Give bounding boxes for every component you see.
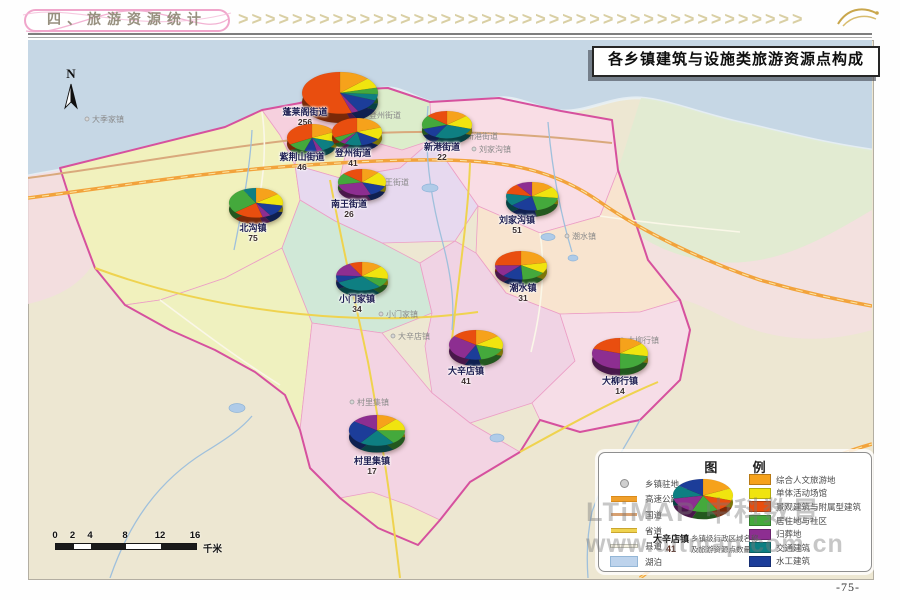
lake-symbol <box>609 556 639 567</box>
category-label: 归葬地 <box>776 528 802 540</box>
legend-row-national: 国道 <box>609 507 679 523</box>
settlement-dot <box>391 334 395 338</box>
category-swatch <box>749 474 771 485</box>
basemap-town-label: 大季家镇 <box>92 114 124 124</box>
category-label: 综合人文旅游地 <box>776 474 836 486</box>
category-label: 景观建筑与附属型建筑 <box>776 501 861 513</box>
township-polygons <box>60 88 690 545</box>
basemap-town-label: 刘家沟镇 <box>479 144 511 154</box>
legend-basemap-items: 乡镇驻地高速公路国道省道县道湖泊 <box>609 476 679 570</box>
settlement-dot <box>459 134 463 138</box>
scale-tick: 4 <box>87 530 92 541</box>
basemap-town-label: 新港街道 <box>466 131 498 141</box>
basemap-town-label: 登州街道 <box>369 110 401 120</box>
settlement-dot <box>362 113 366 117</box>
basemap-town-label: 南王街道 <box>377 177 409 187</box>
settlement-dot <box>620 338 624 342</box>
category-label: 居住地与社区 <box>776 515 827 527</box>
scale-tick: 2 <box>70 530 75 541</box>
settlement-dot <box>85 117 89 121</box>
legend-row-expressway: 高速公路 <box>609 492 679 508</box>
scale-segment <box>126 544 161 549</box>
basemap-town-label: 大辛店镇 <box>398 331 430 341</box>
category-label: 交通建筑 <box>776 542 810 554</box>
legend-row-category: 景观建筑与附属型建筑 <box>749 500 861 514</box>
scale-bar: 0 2 4 8 12 16 千米 <box>55 530 245 556</box>
legend-row-category: 交通建筑 <box>749 541 861 555</box>
legend-row-category: 综合人文旅游地 <box>749 473 861 487</box>
basemap-town-label: 潮水镇 <box>572 231 596 241</box>
legend-label: 国道 <box>645 509 662 521</box>
provincial-symbol <box>609 528 639 533</box>
header-rule-bottom <box>28 37 872 38</box>
legend-row-lake: 湖泊 <box>609 554 679 570</box>
national-symbol <box>609 513 639 516</box>
point-symbol <box>609 479 639 488</box>
legend-sample-pie <box>671 477 735 526</box>
chevron-decoration: >>>>>>>>>>>>>>>>>>>>>>>>>>>>>>>>>>>>>>>>… <box>238 7 830 31</box>
settlement-dot <box>472 147 476 151</box>
legend-box: 图 例 乡镇驻地高速公路国道省道县道湖泊 综合人文旅游地单体活动场馆景观建筑与附… <box>598 452 872 572</box>
basemap-town-label: 村里集镇 <box>357 397 389 407</box>
scale-segments <box>55 543 197 550</box>
category-swatch <box>749 488 771 499</box>
map-title: 各乡镇建筑与设施类旅游资源点构成 <box>592 46 880 77</box>
settlement-dot <box>379 312 383 316</box>
scale-segment <box>91 544 126 549</box>
scale-segment <box>74 544 92 549</box>
scale-tick: 12 <box>155 530 166 541</box>
report-page: 四、旅游资源统计 >>>>>>>>>>>>>>>>>>>>>>>>>>>>>>>… <box>0 0 900 600</box>
legend-sample-desc2: 及旅游资源点数量 <box>691 544 751 555</box>
legend-row-category: 单体活动场馆 <box>749 487 861 501</box>
county-symbol <box>609 544 639 549</box>
legend-label: 湖泊 <box>645 556 662 568</box>
scale-segment <box>161 544 196 549</box>
scale-tick: 8 <box>122 530 127 541</box>
basemap-town-label: 大柳行镇 <box>627 335 659 345</box>
page-number: -75- <box>836 580 860 595</box>
settlement-dot <box>370 180 374 184</box>
legend-row-category: 居住地与社区 <box>749 514 861 528</box>
legend-row-category: 水工建筑 <box>749 555 861 569</box>
scale-tick: 16 <box>190 530 201 541</box>
north-arrow-icon <box>62 82 80 112</box>
category-label: 单体活动场馆 <box>776 487 827 499</box>
section-ribbon: 四、旅游资源统计 <box>20 6 234 35</box>
legend-row-point: 乡镇驻地 <box>609 476 679 492</box>
scale-tick: 0 <box>52 530 57 541</box>
scale-unit: 千米 <box>203 541 222 555</box>
basemap-town-label: 小门家镇 <box>386 309 418 319</box>
category-swatch <box>749 556 771 567</box>
expressway-symbol <box>609 496 639 502</box>
settlement-dot <box>350 400 354 404</box>
legend-category-items: 综合人文旅游地单体活动场馆景观建筑与附属型建筑居住地与社区归葬地交通建筑水工建筑 <box>749 473 861 568</box>
section-title: 四、旅游资源统计 <box>20 6 234 35</box>
legend-sample-desc1: 乡镇级行政区域名称 <box>691 533 759 544</box>
category-swatch <box>749 515 771 526</box>
category-label: 水工建筑 <box>776 555 810 567</box>
scale-segment <box>56 544 74 549</box>
settlement-dot <box>565 234 569 238</box>
legend-row-category: 归葬地 <box>749 527 861 541</box>
north-label: N <box>58 66 84 82</box>
phoenix-icon <box>834 4 882 30</box>
category-swatch <box>749 501 771 512</box>
north-arrow: N <box>58 66 84 117</box>
